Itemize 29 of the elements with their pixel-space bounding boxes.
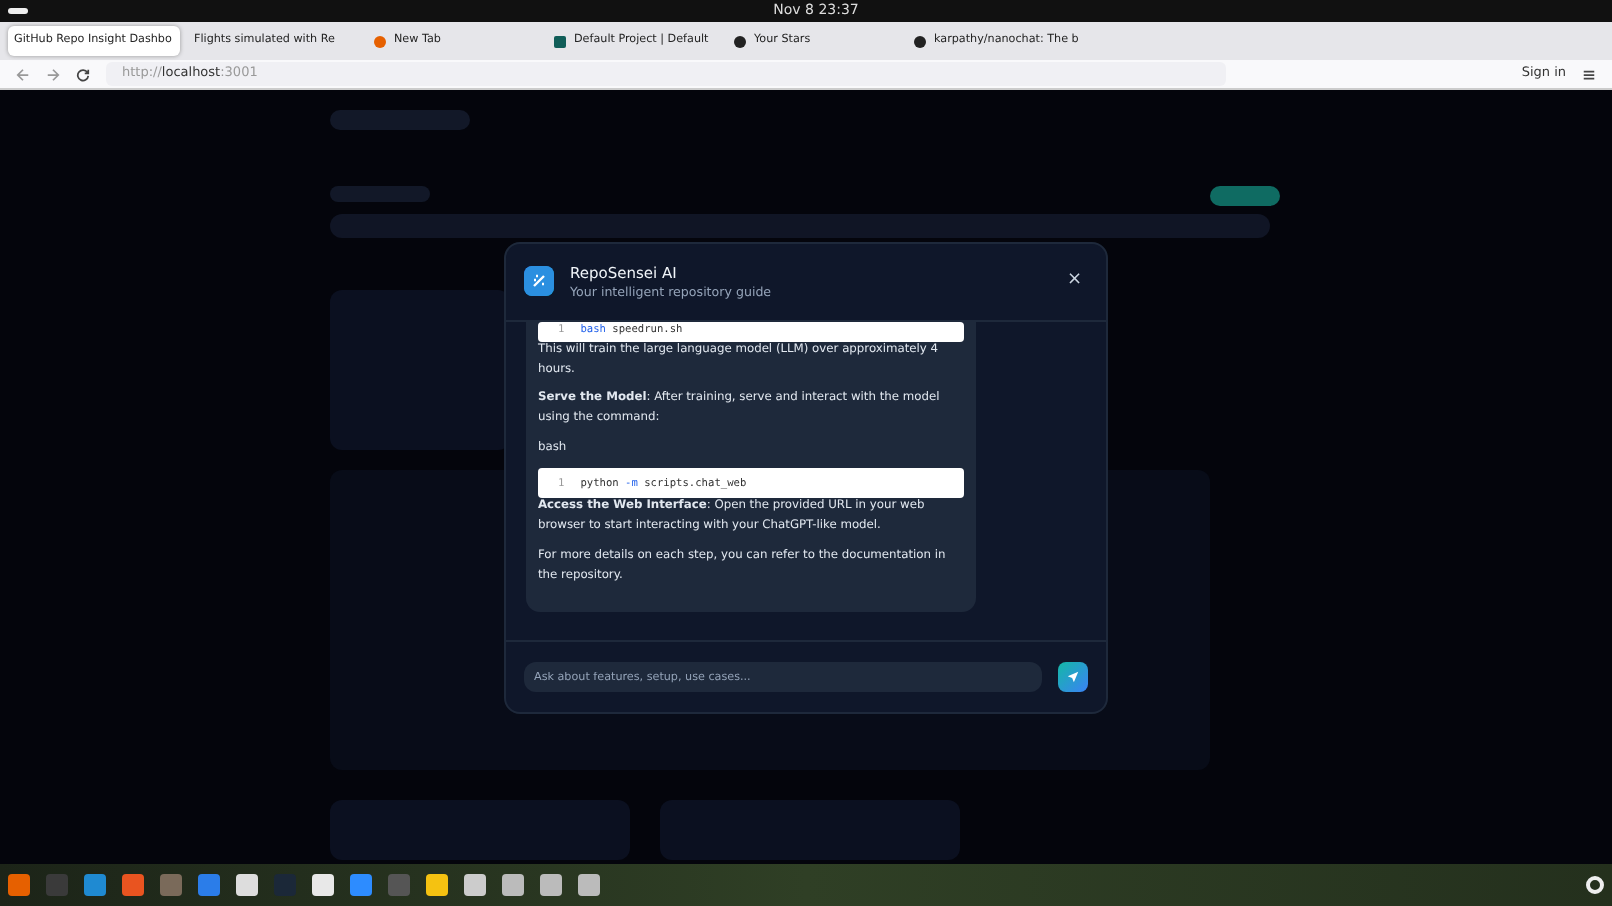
github-icon (914, 35, 926, 47)
back-icon[interactable] (16, 67, 30, 81)
app-icon[interactable] (426, 874, 448, 896)
app-icon[interactable] (312, 874, 334, 896)
forward-icon[interactable] (46, 67, 60, 81)
github-icon (734, 35, 746, 47)
app-icon[interactable] (502, 874, 524, 896)
app-icon[interactable] (8, 874, 30, 896)
app-icon[interactable] (236, 874, 258, 896)
blurred-block (330, 110, 470, 130)
page-icon (554, 35, 566, 47)
app-icon[interactable] (160, 874, 182, 896)
reload-icon[interactable] (76, 67, 90, 81)
app-icon[interactable] (84, 874, 106, 896)
app-icon[interactable] (198, 874, 220, 896)
close-button[interactable]: × (1066, 272, 1082, 291)
activities-icon[interactable] (8, 8, 28, 14)
app-icon[interactable] (464, 874, 486, 896)
app-icon[interactable] (578, 874, 600, 896)
app-icon[interactable] (122, 874, 144, 896)
menu-icon[interactable] (1582, 67, 1596, 81)
app-icon[interactable] (540, 874, 562, 896)
firefox-icon (374, 35, 386, 47)
app-icon[interactable] (350, 874, 372, 896)
blurred-block (1210, 186, 1280, 206)
apps-grid-icon[interactable] (1586, 876, 1604, 894)
send-icon (1066, 670, 1080, 684)
send-button[interactable] (1058, 662, 1088, 692)
blurred-block (330, 186, 430, 202)
